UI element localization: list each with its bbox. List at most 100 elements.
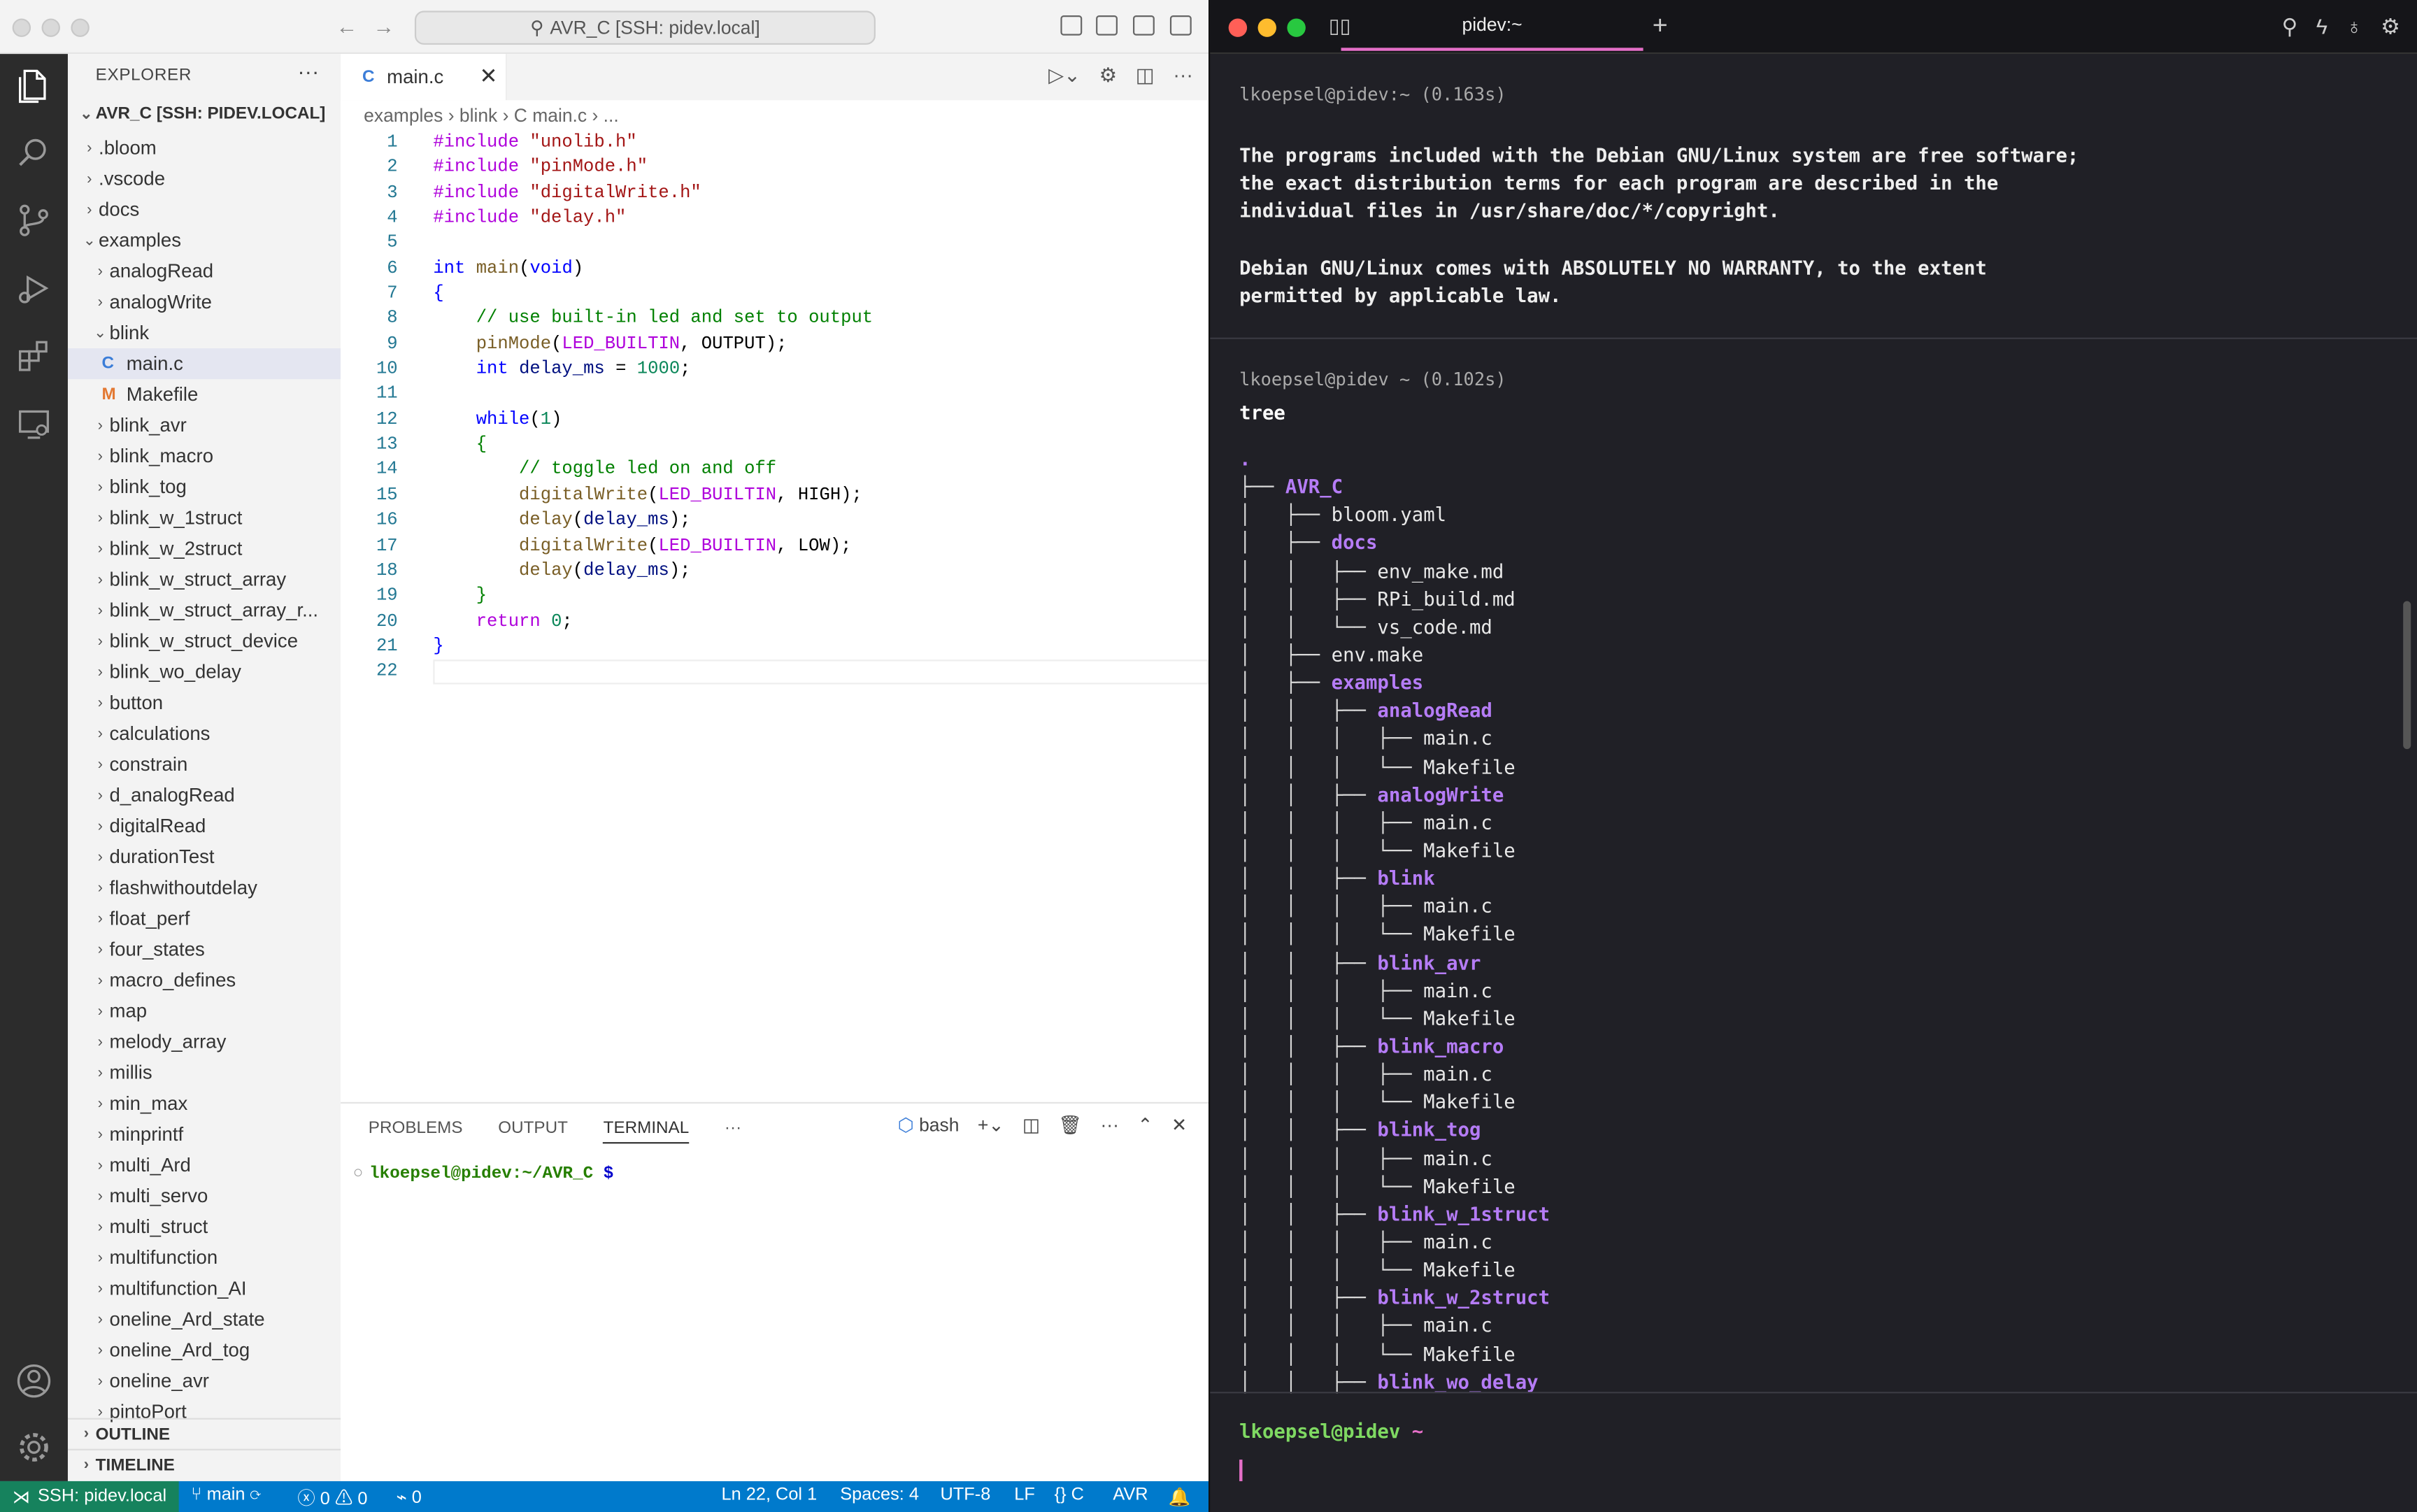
code-line[interactable]: 16 delay(delay_ms); <box>341 509 1208 534</box>
maximize-window-button[interactable] <box>71 18 90 37</box>
new-tab-icon[interactable]: + <box>1653 10 1668 41</box>
more-actions-icon[interactable]: ··· <box>1173 63 1193 87</box>
folder-item[interactable]: › macro_defines <box>68 965 341 996</box>
search-icon[interactable] <box>15 134 52 171</box>
folder-item[interactable]: › blink_tog <box>68 471 341 502</box>
command-center-search[interactable]: ⚲ AVR_C [SSH: pidev.local] <box>414 10 876 45</box>
folder-item[interactable]: ⌄ blink <box>68 318 341 348</box>
toggle-secondary-sidebar-icon[interactable] <box>1133 15 1155 36</box>
folder-item[interactable]: › oneline_Ard_state <box>68 1304 341 1334</box>
extensions-icon[interactable] <box>15 338 52 375</box>
code-line[interactable]: 20 return 0; <box>341 610 1208 635</box>
maximize-window-button[interactable] <box>1287 18 1306 37</box>
workspace-root-folder[interactable]: ⌄ AVR_C [SSH: PIDEV.LOCAL] <box>77 105 325 123</box>
code-editor[interactable]: 1 #include "unolib.h" 2 #include "pinMode.h… <box>341 131 1209 685</box>
folder-item[interactable]: › multi_struct <box>68 1211 341 1242</box>
code-line[interactable]: 17 digitalWrite(LED_BUILTIN, LOW); <box>341 534 1208 559</box>
indentation[interactable]: Spaces: 4 <box>840 1486 919 1504</box>
folder-item[interactable]: › multi_Ard <box>68 1150 341 1181</box>
code-line[interactable]: 22 <box>341 659 1209 685</box>
folder-item[interactable]: › blink_avr <box>68 410 341 441</box>
new-terminal-icon[interactable]: +⌄ <box>978 1114 1004 1136</box>
code-line[interactable]: 7{ <box>341 282 1208 307</box>
code-line[interactable]: 6 int main(void) <box>341 257 1208 282</box>
code-line[interactable]: 12 while(1) <box>341 408 1208 434</box>
code-line[interactable]: 4 #include "delay.h" <box>341 206 1208 231</box>
file-item[interactable]: M Makefile <box>68 379 341 410</box>
code-line[interactable]: 19 } <box>341 585 1208 610</box>
folder-item[interactable]: › blink_w_struct_device <box>68 626 341 657</box>
code-line[interactable]: 11 <box>341 383 1208 408</box>
input-cursor[interactable] <box>1239 1460 1243 1481</box>
code-line[interactable]: 8 // use built-in led and set to output <box>341 307 1208 332</box>
folder-item[interactable]: › oneline_avr <box>68 1366 341 1397</box>
folder-item[interactable]: › map <box>68 996 341 1027</box>
source-control-icon[interactable] <box>15 202 52 239</box>
c-config[interactable]: AVR <box>1113 1486 1148 1504</box>
code-line[interactable]: 1 #include "unolib.h" <box>341 131 1208 156</box>
folder-item[interactable]: › blink_w_struct_array_r... <box>68 595 341 626</box>
code-line[interactable]: 5 <box>341 231 1208 257</box>
folder-item[interactable]: › multi_servo <box>68 1181 341 1211</box>
split-terminal-icon[interactable]: ◫ <box>1022 1114 1040 1136</box>
close-panel-icon[interactable]: ✕ <box>1171 1114 1187 1136</box>
tab-main-c[interactable]: C main.c ✕ <box>341 54 508 101</box>
folder-item[interactable]: › float_perf <box>68 903 341 934</box>
close-window-button[interactable] <box>12 18 31 37</box>
lightning-icon[interactable]: ϟ <box>2316 14 2327 40</box>
folder-item[interactable]: › millis <box>68 1057 341 1088</box>
folder-item[interactable]: › blink_w_2struct <box>68 534 341 564</box>
minimize-window-button[interactable] <box>41 18 60 37</box>
accounts-icon[interactable] <box>15 1362 52 1399</box>
end-of-line[interactable]: LF <box>1014 1486 1035 1504</box>
remote-indicator[interactable]: ⋊ SSH: pidev.local <box>0 1481 179 1512</box>
terminal-prompt[interactable]: ○ lkoepsel@pidev:~/AVR_C $ <box>353 1165 614 1183</box>
tab-terminal[interactable]: TERMINAL <box>603 1119 690 1144</box>
code-line[interactable]: 10 int delay_ms = 1000; <box>341 358 1208 383</box>
remote-explorer-icon[interactable] <box>15 406 52 443</box>
folder-item[interactable]: ⌄ examples <box>68 225 341 256</box>
folder-item[interactable]: › .vscode <box>68 164 341 194</box>
encoding[interactable]: UTF-8 <box>941 1486 991 1504</box>
folder-item[interactable]: › digitalRead <box>68 811 341 841</box>
maximize-panel-icon[interactable]: ⌃ <box>1137 1114 1153 1136</box>
code-line[interactable]: 21} <box>341 635 1208 660</box>
code-line[interactable]: 18 delay(delay_ms); <box>341 559 1208 585</box>
problems-indicator[interactable]: ⓧ 0 ⚠ 0 <box>297 1486 367 1511</box>
back-arrow-icon[interactable]: ← <box>333 14 361 38</box>
folder-item[interactable]: › min_max <box>68 1088 341 1119</box>
explorer-icon[interactable] <box>15 66 52 104</box>
folder-item[interactable]: › multifunction_AI <box>68 1273 341 1304</box>
tab-pidev[interactable]: pidev:~ <box>1341 0 1644 51</box>
folder-item[interactable]: › oneline_Ard_tog <box>68 1335 341 1366</box>
bash-terminal-selector[interactable]: ⬡ bash <box>898 1114 960 1136</box>
toggle-primary-sidebar-icon[interactable] <box>1060 15 1083 36</box>
close-icon[interactable]: ✕ <box>479 63 497 89</box>
language-mode[interactable]: {} C <box>1055 1486 1084 1504</box>
tab-output[interactable]: OUTPUT <box>498 1119 568 1143</box>
scrollbar[interactable] <box>2403 601 2411 750</box>
tab-problems[interactable]: PROBLEMS <box>369 1119 463 1143</box>
close-window-button[interactable] <box>1228 18 1248 37</box>
folder-item[interactable]: › blink_macro <box>68 441 341 471</box>
folder-item[interactable]: › blink_wo_delay <box>68 657 341 687</box>
more-actions-icon[interactable]: ··· <box>297 59 319 83</box>
timeline-section[interactable]: › TIMELINE <box>67 1448 341 1480</box>
run-icon[interactable]: ▷⌄ <box>1048 63 1081 87</box>
folder-item[interactable]: › durationTest <box>68 841 341 872</box>
run-debug-icon[interactable] <box>15 270 52 307</box>
cursor-position[interactable]: Ln 22, Col 1 <box>722 1486 818 1504</box>
folder-item[interactable]: › analogWrite <box>68 287 341 318</box>
trash-icon[interactable]: 🗑 <box>1058 1114 1082 1136</box>
folder-item[interactable]: › d_analogRead <box>68 780 341 811</box>
ports-indicator[interactable]: ⌁ 0 <box>396 1486 421 1507</box>
folder-item[interactable]: › analogRead <box>68 256 341 287</box>
gear-icon[interactable]: ⚙ <box>1099 63 1118 87</box>
more-actions-icon[interactable]: ··· <box>1100 1114 1118 1136</box>
folder-item[interactable]: › flashwithoutdelay <box>68 872 341 903</box>
toggle-panel-icon[interactable] <box>1096 15 1118 36</box>
outline-section[interactable]: › OUTLINE <box>67 1418 341 1449</box>
folder-item[interactable]: › docs <box>68 194 341 225</box>
folder-item[interactable]: › multifunction <box>68 1242 341 1273</box>
folder-item[interactable]: › blink_w_struct_array <box>68 564 341 595</box>
